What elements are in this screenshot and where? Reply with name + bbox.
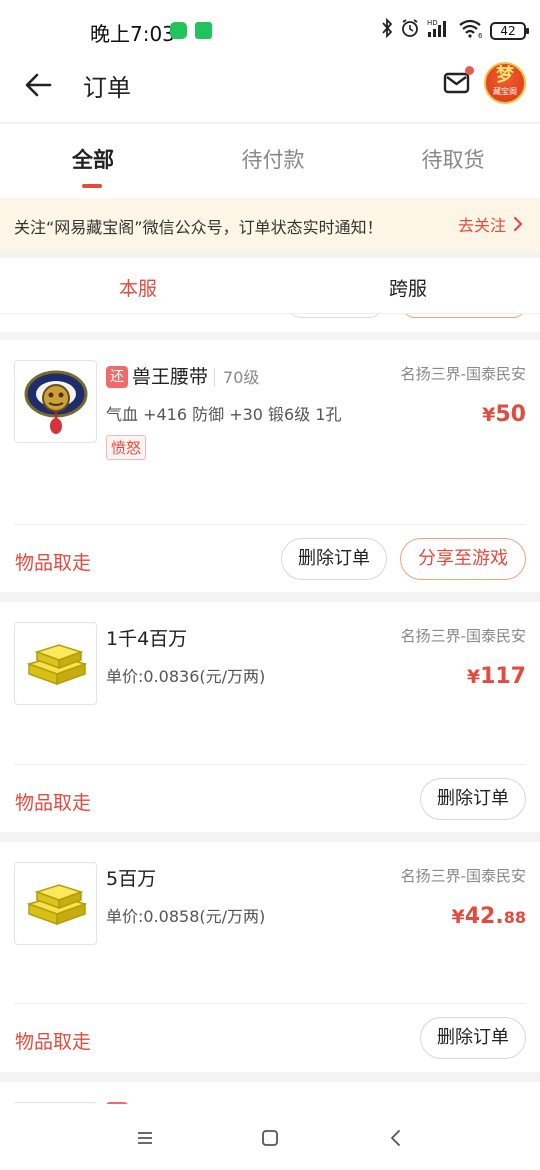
order-status: 物品取走 — [15, 792, 92, 814]
divider — [14, 524, 526, 525]
item-level: 70级 — [214, 368, 260, 387]
order-price: ¥117 — [467, 664, 526, 689]
order-card: 还兽王腰带 70级 名扬三界-国泰民安 气血 +416 防御 +30 锻6级 1孔… — [0, 340, 540, 592]
signal-icon: HD — [426, 18, 452, 43]
price-integer: 117 — [480, 664, 526, 689]
belt-item-icon — [24, 370, 87, 434]
order-tabs: 全部 待付款 待取货 — [0, 124, 540, 198]
page-title: 订单 — [83, 74, 131, 102]
status-time: 晚上7:03 — [90, 22, 175, 46]
bluetooth-icon — [380, 17, 394, 43]
delete-order-button[interactable]: 删除订单 — [281, 538, 387, 580]
wifi-icon: 6 — [458, 18, 484, 43]
item-label-tag: 愤怒 — [106, 435, 147, 460]
tab-pending-pickup[interactable]: 待取货 — [363, 144, 540, 174]
price-integer: 42. — [464, 904, 504, 929]
notice-text: 关注“网易藏宝阁”微信公众号，订单状态实时通知！ — [14, 218, 383, 237]
item-thumbnail[interactable] — [14, 862, 97, 945]
item-title: 还兽王腰带 70级 — [106, 362, 260, 389]
currency-symbol: ¥ — [451, 906, 465, 928]
unread-dot — [465, 66, 474, 75]
back-arrow-icon[interactable] — [22, 68, 56, 102]
price-integer: 50 — [495, 402, 526, 427]
price-decimal: 88 — [503, 908, 526, 927]
tab-local-server[interactable]: 本服 — [0, 274, 276, 301]
item-name: 1千4百万 — [106, 628, 188, 650]
return-tag: 还 — [106, 366, 128, 388]
svg-text:HD: HD — [427, 19, 438, 27]
server-name: 名扬三界-国泰民安 — [400, 867, 526, 885]
tab-cross-server[interactable]: 跨服 — [270, 274, 540, 301]
follow-link-label: 去关注 — [457, 216, 506, 235]
server-tabs: 本服 跨服 — [0, 258, 540, 314]
gold-bars-icon — [26, 883, 87, 925]
app-header: 订单 梦 藏宝阁 — [0, 60, 540, 123]
item-attributes: 气血 +416 防御 +30 锻6级 1孔 — [106, 405, 342, 424]
alarm-icon — [400, 18, 420, 43]
peek-button — [402, 314, 526, 318]
item-thumbnail[interactable] — [14, 360, 97, 443]
order-status: 物品取走 — [15, 1031, 92, 1053]
chevron-right-icon — [513, 216, 523, 232]
item-name: 5百万 — [106, 868, 157, 890]
status-bar: 晚上7:03 HD 6 42 — [0, 0, 540, 60]
server-name: 名扬三界-国泰民安 — [400, 365, 526, 383]
currency-symbol: ¥ — [482, 404, 496, 426]
delete-order-button[interactable]: 删除订单 — [420, 1017, 526, 1059]
order-price: ¥42.88 — [452, 904, 526, 929]
battery-indicator: 42 — [490, 21, 529, 40]
previous-card-peek — [0, 314, 540, 332]
app-notification-icon — [195, 22, 212, 39]
unit-price: 单价:0.0858(元/万两) — [106, 907, 266, 926]
home-square-icon[interactable] — [258, 1126, 282, 1150]
svg-text:6: 6 — [478, 32, 483, 38]
order-status: 物品取走 — [15, 552, 92, 574]
order-card: 1千4百万 名扬三界-国泰民安 单价:0.0836(元/万两) ¥117 物品取… — [0, 602, 540, 832]
order-price: ¥50 — [482, 402, 526, 427]
gold-bars-icon — [26, 643, 87, 685]
share-to-game-button[interactable]: 分享至游戏 — [400, 538, 526, 580]
order-card: 5百万 名扬三界-国泰民安 单价:0.0858(元/万两) ¥42.88 物品取… — [0, 842, 540, 1072]
avatar-char: 梦 — [496, 65, 514, 86]
status-icons: HD 6 42 — [380, 17, 529, 43]
item-name: 兽王腰带 — [132, 366, 209, 388]
wechat-notification-icon — [170, 22, 187, 39]
avatar[interactable]: 梦 藏宝阁 — [484, 62, 526, 104]
menu-icon[interactable] — [133, 1126, 157, 1150]
order-card-peek — [0, 1082, 540, 1104]
divider — [14, 764, 526, 765]
notice-banner: 关注“网易藏宝阁”微信公众号，订单状态实时通知！ 去关注 — [0, 198, 540, 252]
avatar-sub: 藏宝阁 — [493, 87, 517, 96]
tab-pending-payment[interactable]: 待付款 — [183, 144, 363, 174]
system-nav-bar — [0, 1104, 540, 1170]
divider — [14, 1003, 526, 1004]
follow-link[interactable]: 去关注 — [458, 212, 524, 236]
delete-order-button[interactable]: 删除订单 — [420, 778, 526, 820]
nav-back-icon[interactable] — [384, 1126, 408, 1150]
unit-price: 单价:0.0836(元/万两) — [106, 667, 266, 686]
tab-all[interactable]: 全部 — [3, 144, 183, 174]
currency-symbol: ¥ — [466, 666, 481, 688]
peek-button — [288, 314, 382, 318]
active-tab-indicator — [82, 184, 102, 188]
server-name: 名扬三界-国泰民安 — [400, 627, 526, 645]
item-thumbnail[interactable] — [14, 622, 97, 705]
